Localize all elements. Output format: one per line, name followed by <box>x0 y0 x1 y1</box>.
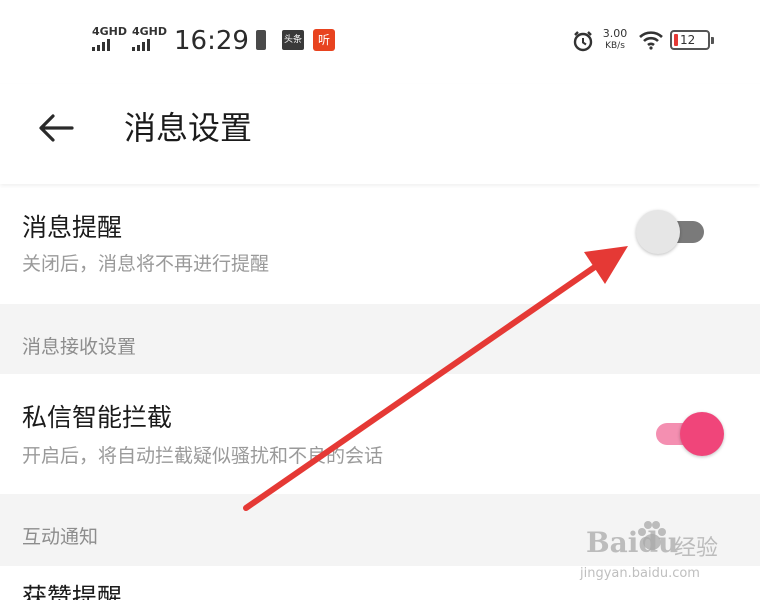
signal-icon: 4GHD <box>92 26 127 51</box>
wifi-icon <box>638 30 664 54</box>
setting-description: 开启后，将自动拦截疑似骚扰和不良的会话 <box>22 445 384 467</box>
signal-icon: 4GHD <box>132 26 167 51</box>
section-label: 消息接收设置 <box>22 336 137 358</box>
status-bar: 4GHD 4GHD 16:29 头条 听 3.00 KB/s 12 <box>0 0 760 84</box>
section-label: 互动通知 <box>22 526 99 548</box>
toggle-knob <box>636 210 680 254</box>
toggle-knob <box>680 412 724 456</box>
paw-icon <box>638 521 666 550</box>
speed-value: 3.00 <box>602 27 628 40</box>
setting-title: 消息提醒 <box>22 213 123 242</box>
app-notification-icon: 头条 <box>282 30 304 50</box>
setting-row-message-reminder: 消息提醒 关闭后，消息将不再进行提醒 <box>0 188 760 304</box>
watermark-url: jingyan.baidu.com <box>580 566 700 581</box>
network-type-label: 4GHD <box>92 25 128 38</box>
message-reminder-toggle[interactable] <box>636 210 708 254</box>
network-speed: 3.00 KB/s <box>600 28 630 52</box>
alarm-icon <box>572 30 594 56</box>
setting-title: 私信智能拦截 <box>22 403 173 432</box>
speed-unit: KB/s <box>605 41 625 51</box>
watermark-label: 经验 <box>674 536 719 561</box>
setting-description: 关闭后，消息将不再进行提醒 <box>22 253 270 275</box>
smart-block-toggle[interactable] <box>656 412 728 456</box>
nav-bar: 消息设置 <box>0 84 760 184</box>
setting-title: 获赞提醒 <box>22 583 123 600</box>
watermark: Baidu 经验 jingyan.baidu.com <box>580 516 740 586</box>
app-notification-icon: 听 <box>313 29 335 51</box>
page-title: 消息设置 <box>124 109 253 147</box>
section-header-receive: 消息接收设置 <box>0 304 760 374</box>
battery-small-icon <box>256 30 266 50</box>
status-time: 16:29 <box>174 26 249 56</box>
back-button[interactable] <box>34 106 78 150</box>
battery-level: 12 <box>680 33 696 47</box>
arrow-left-icon <box>39 114 74 142</box>
battery-icon: 12 <box>670 30 714 50</box>
network-type-label: 4GHD <box>132 25 168 38</box>
setting-row-smart-block: 私信智能拦截 开启后，将自动拦截疑似骚扰和不良的会话 <box>0 374 760 494</box>
